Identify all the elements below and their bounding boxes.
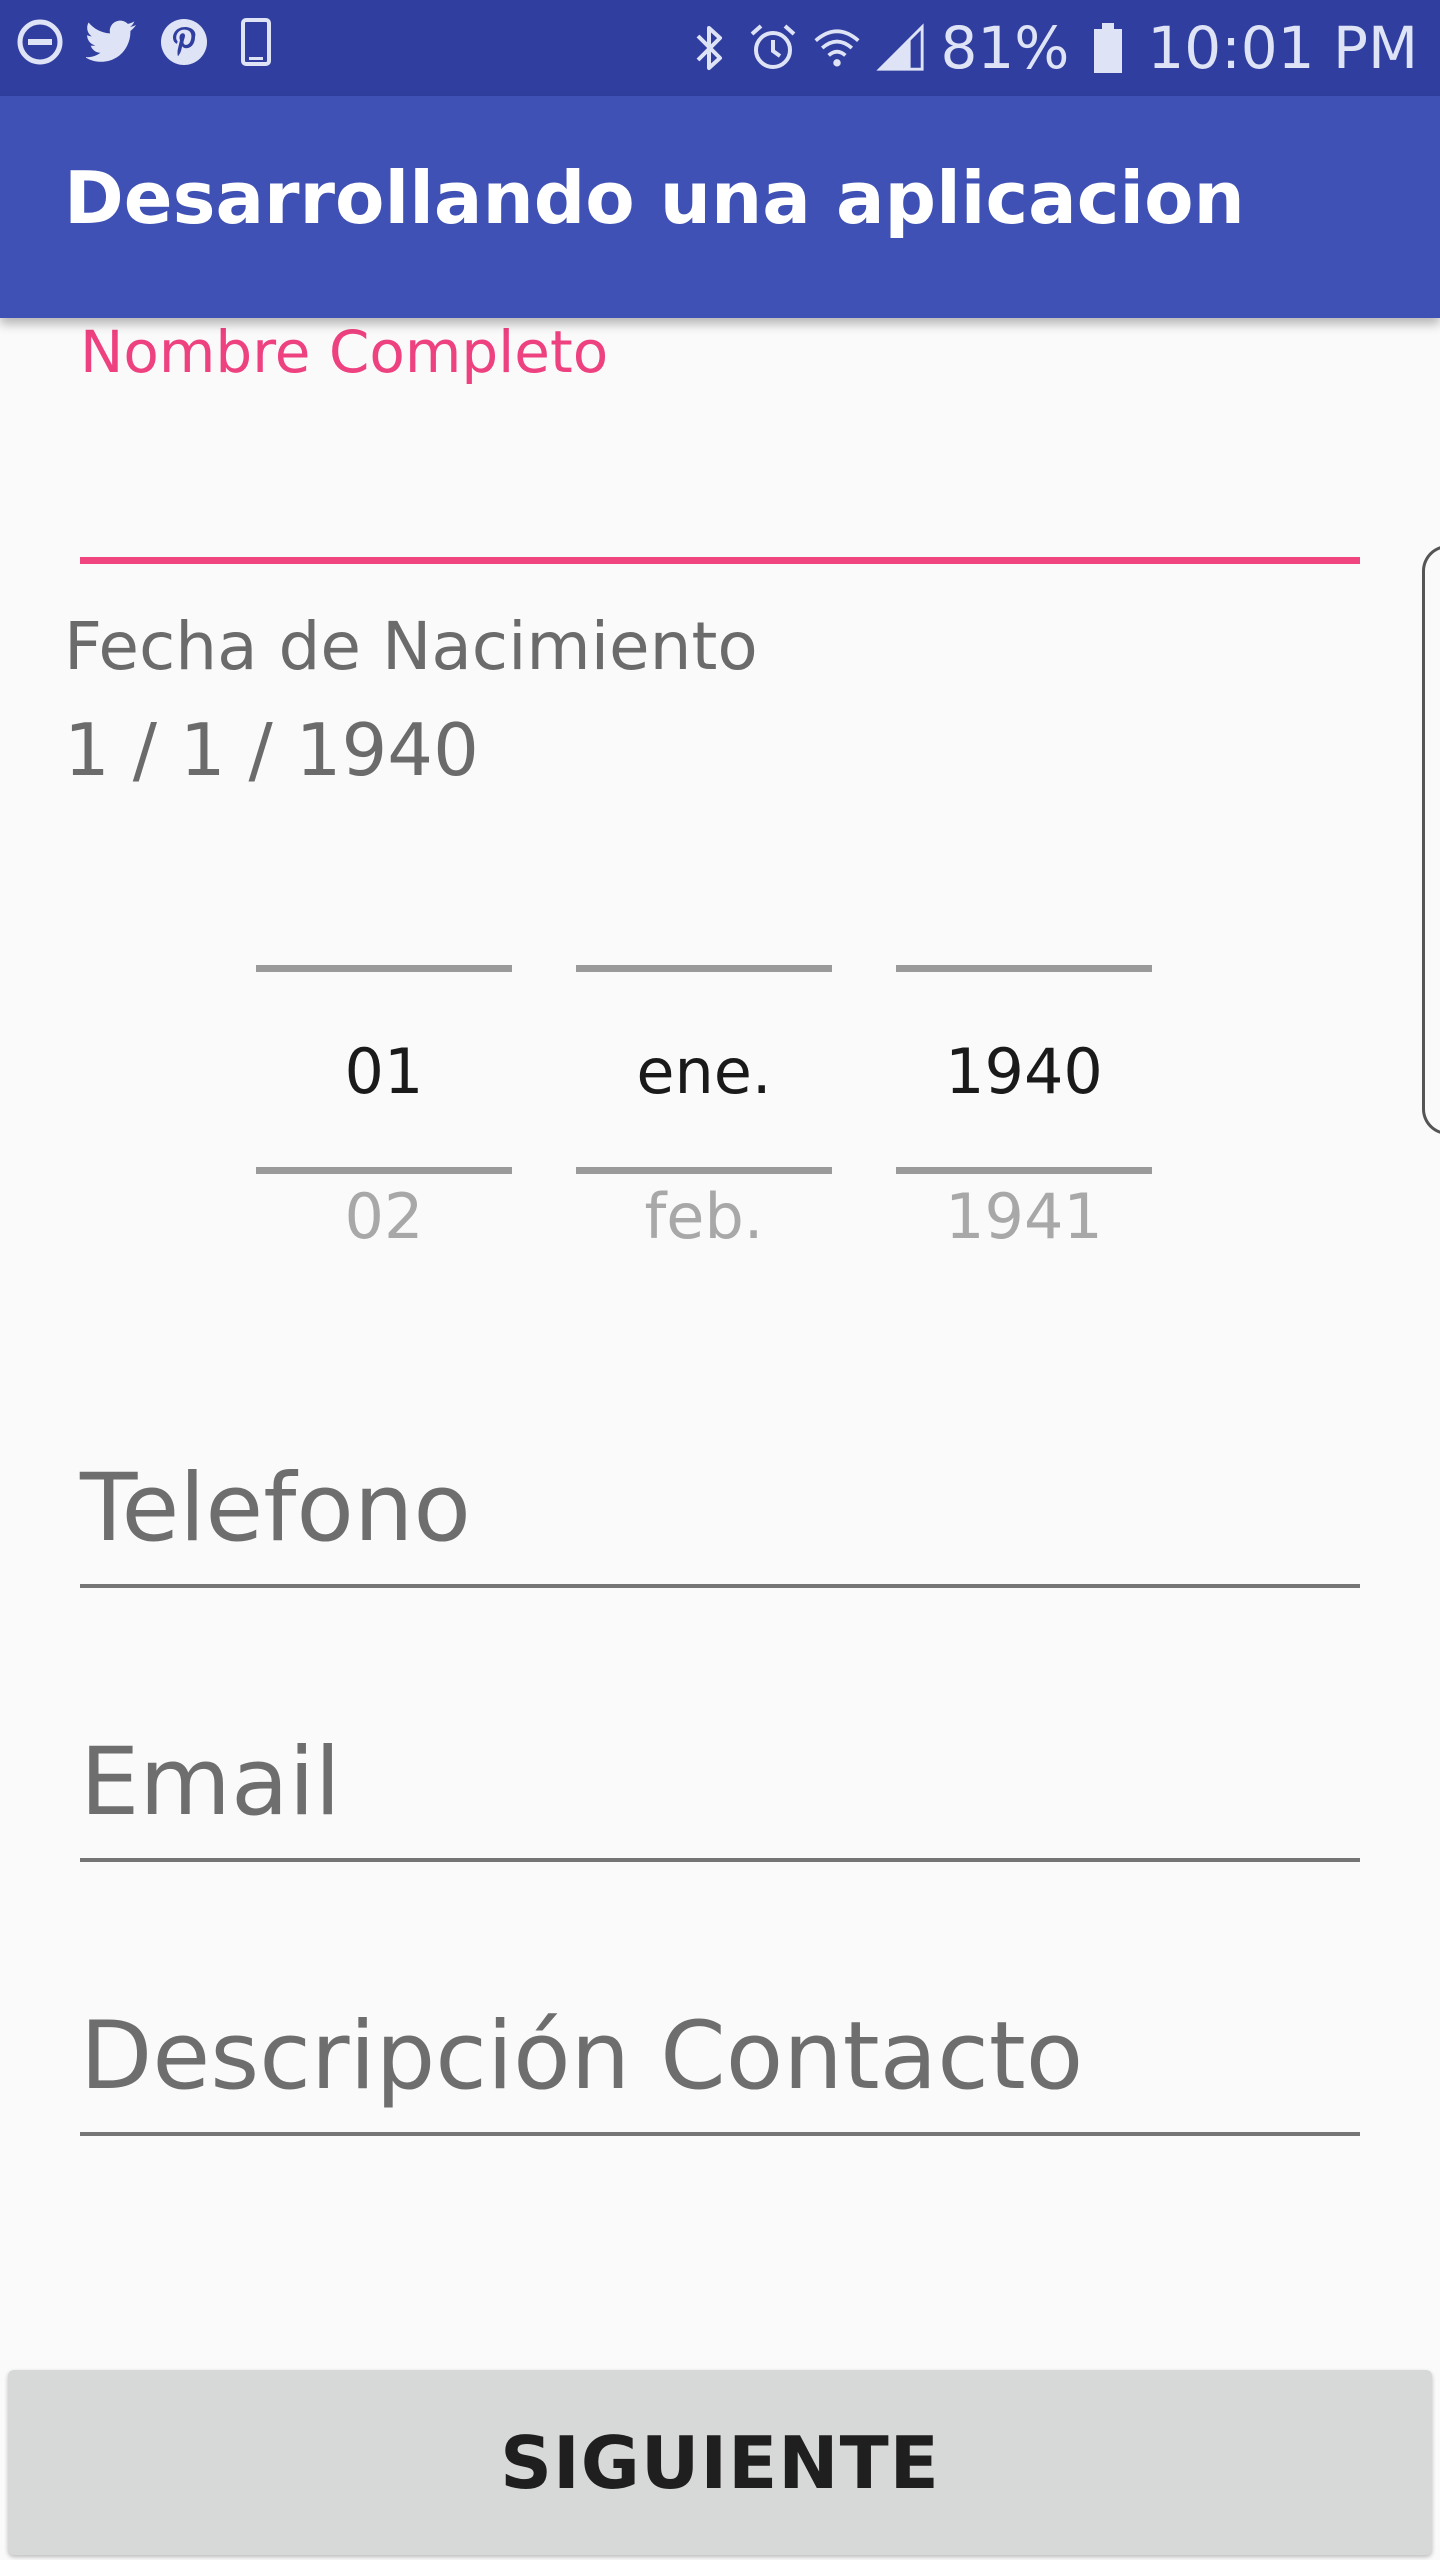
month-divider-top <box>576 965 832 972</box>
month-next[interactable]: feb. <box>576 1180 832 1245</box>
nombre-completo-input[interactable] <box>80 400 1360 560</box>
status-left-icons <box>14 16 282 68</box>
status-right-icons: 81% 10:01 PM <box>684 0 1418 96</box>
wifi-icon <box>812 20 862 76</box>
battery-icon <box>1083 20 1133 76</box>
year-divider-top <box>896 965 1152 972</box>
month-selected[interactable]: ene. <box>576 1035 832 1108</box>
year-spinner[interactable]: 1940 1941 <box>896 965 1152 1245</box>
day-spinner[interactable]: 01 02 <box>256 965 512 1245</box>
telefono-placeholder: Telefono <box>80 1454 471 1563</box>
fecha-nacimiento-value: 1 / 1 / 1940 <box>64 708 479 792</box>
month-divider-bottom <box>576 1167 832 1174</box>
twitter-icon <box>86 16 138 68</box>
do-not-disturb-icon <box>14 16 66 68</box>
status-bar: 81% 10:01 PM <box>0 0 1440 96</box>
day-divider-top <box>256 965 512 972</box>
descripcion-contacto-input[interactable]: Descripción Contacto <box>80 2010 1360 2140</box>
nombre-completo-label: Nombre Completo <box>80 318 609 386</box>
descripcion-contacto-underline <box>80 2132 1360 2136</box>
descripcion-contacto-placeholder: Descripción Contacto <box>80 2002 1084 2111</box>
pinterest-icon <box>158 16 210 68</box>
phone-outline-icon <box>230 16 282 68</box>
fecha-nacimiento-label: Fecha de Nacimiento <box>64 608 758 685</box>
email-placeholder: Email <box>80 1728 341 1837</box>
bluetooth-icon <box>684 20 734 76</box>
telefono-input[interactable]: Telefono <box>80 1462 1360 1592</box>
year-selected[interactable]: 1940 <box>896 1035 1152 1108</box>
nombre-completo-underline <box>80 557 1360 564</box>
siguiente-button[interactable]: SIGUIENTE <box>8 2370 1432 2555</box>
signal-icon <box>876 20 926 76</box>
email-underline <box>80 1858 1360 1862</box>
clock: 10:01 PM <box>1147 14 1418 82</box>
day-selected[interactable]: 01 <box>256 1035 512 1108</box>
alarm-icon <box>748 20 798 76</box>
battery-percent: 81% <box>940 14 1070 82</box>
year-next[interactable]: 1941 <box>896 1180 1152 1245</box>
day-divider-bottom <box>256 1167 512 1174</box>
day-next[interactable]: 02 <box>256 1180 512 1245</box>
edge-panel <box>1422 545 1440 1135</box>
app-bar: Desarrollando una aplicacion <box>0 96 1440 318</box>
email-input[interactable]: Email <box>80 1736 1360 1866</box>
app-title: Desarrollando una aplicacion <box>64 156 1245 240</box>
month-spinner[interactable]: ene. feb. <box>576 965 832 1245</box>
year-divider-bottom <box>896 1167 1152 1174</box>
telefono-underline <box>80 1584 1360 1588</box>
